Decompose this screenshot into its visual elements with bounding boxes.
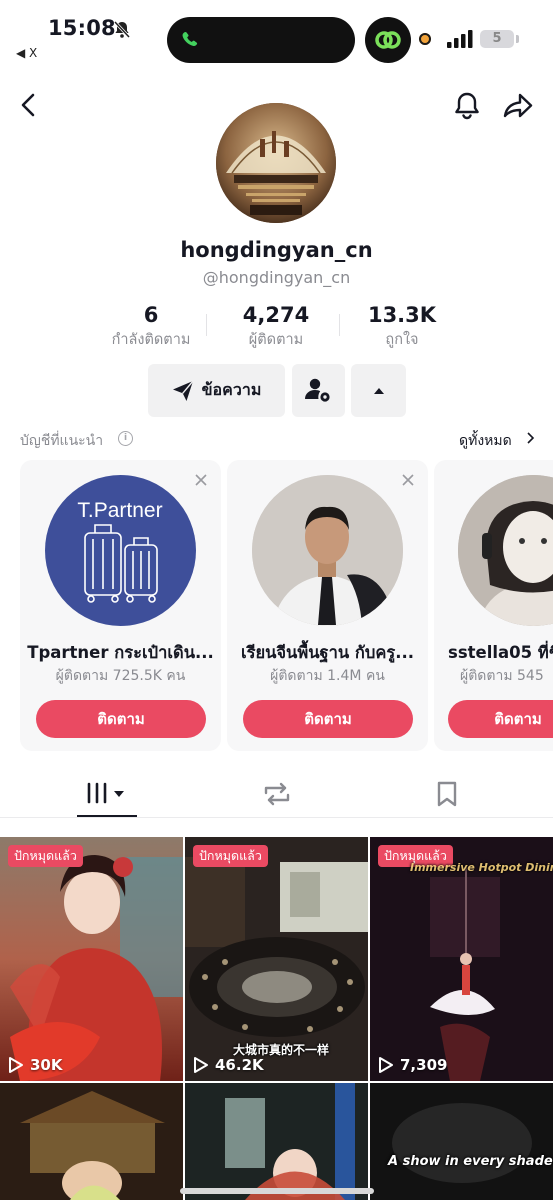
back-to-app-link[interactable]: ◀ X [16, 46, 37, 60]
teacher-photo [252, 475, 403, 626]
stat-following-value: 6 [143, 303, 159, 327]
dynamic-island[interactable] [167, 17, 355, 63]
person-gear-icon [305, 378, 330, 402]
suggested-card[interactable]: เรียนจีนพื้นฐาน กับครู... ผู้ติดตาม 1.4M… [227, 460, 428, 751]
video-image [0, 837, 183, 1081]
home-indicator[interactable] [180, 1188, 374, 1194]
suggested-avatar[interactable] [458, 475, 553, 626]
suggested-followers: ผู้ติดตาม 725.5K คน [55, 668, 186, 684]
saved-tab-icon[interactable] [436, 781, 458, 807]
sstella-photo [458, 475, 553, 626]
stat-followers-label: ผู้ติดตาม [248, 332, 304, 348]
phone-call-icon [182, 32, 198, 47]
pinned-badge: ปักหมุดแล้ว [8, 845, 83, 867]
message-button[interactable]: ข้อความ [148, 364, 285, 417]
follow-button[interactable]: ติดตาม [36, 700, 206, 738]
send-icon [172, 380, 194, 401]
tpartner-logo-image: T.Partner [77, 499, 163, 603]
status-time: 15:08 [48, 16, 116, 40]
follow-button[interactable]: ติดตาม [448, 700, 553, 738]
suggested-followers: ผู้ติดตาม 1.4M คน [270, 668, 385, 684]
stat-likes[interactable]: 13.3K ถูกใจ [332, 303, 472, 351]
video-thumbnail[interactable]: ปักหมุดแล้ว 30K [0, 837, 183, 1081]
avatar-image [216, 103, 336, 223]
suggested-followers: ผู้ติดตาม 545 [460, 668, 544, 684]
battery-indicator: 5 [480, 30, 514, 48]
suggested-avatar[interactable]: T.Partner [45, 475, 196, 626]
more-options-button[interactable] [351, 364, 406, 417]
suggested-name: เรียนจีนพื้นฐาน กับครู... [240, 643, 415, 662]
stat-followers-value: 4,274 [242, 303, 310, 327]
privacy-indicator-dot [419, 33, 431, 45]
video-caption: Immersive Hotpot Dining Show [410, 861, 553, 874]
view-count-value: 7,309 [400, 1056, 448, 1074]
view-count: 7,309 [378, 1056, 447, 1074]
chevron-right-icon[interactable] [525, 432, 535, 444]
video-image [185, 1083, 368, 1200]
add-friend-settings-button[interactable] [292, 364, 345, 417]
suggested-accounts-title: บัญชีที่แนะนำ [20, 433, 104, 449]
stat-likes-label: ถูกใจ [385, 332, 419, 348]
share-arrow-icon[interactable] [502, 92, 534, 120]
profile-username: hongdingyan_cn [180, 238, 373, 262]
stat-following[interactable]: 6 กำลังติดตาม [81, 303, 221, 351]
video-thumbnail[interactable] [0, 1083, 183, 1200]
suggested-name: sstella05 ที่ชี [448, 643, 553, 662]
message-button-label: ข้อความ [201, 380, 262, 399]
link-rings-icon [375, 31, 401, 49]
see-all-link[interactable]: ดูทั้งหมด [459, 430, 512, 452]
videos-grid-tab-icon[interactable] [84, 781, 128, 807]
view-count: 46.2K [193, 1056, 264, 1074]
suggested-name: Tpartner กระเป๋าเดิน... [27, 643, 214, 662]
suggested-card[interactable]: sstella05 ที่ชี ผู้ติดตาม 545 ติดตาม [434, 460, 553, 751]
profile-handle: @hongdingyan_cn [202, 268, 351, 287]
video-thumbnail[interactable]: ปักหมุดแล้ว 大城市真的不一样 46.2K [185, 837, 368, 1081]
tabs-divider [0, 817, 553, 818]
suggested-avatar[interactable] [252, 475, 403, 626]
stat-followers[interactable]: 4,274 ผู้ติดตาม [206, 303, 346, 351]
logo-text: T.Partner [77, 499, 162, 522]
stat-likes-value: 13.3K [367, 303, 437, 327]
view-count: 30K [8, 1056, 63, 1074]
info-icon[interactable]: i [118, 431, 133, 446]
video-caption: A show in every shade [388, 1154, 553, 1169]
video-image [370, 1083, 553, 1200]
view-count-value: 30K [30, 1056, 63, 1074]
suggested-card[interactable]: T.Partner Tpartner กระเป๋าเดิน... ผู้ติด… [20, 460, 221, 751]
notification-bell-icon[interactable] [452, 90, 482, 122]
cellular-signal-icon [447, 30, 473, 48]
dismiss-icon[interactable] [195, 474, 207, 486]
caret-up-icon [374, 388, 384, 394]
bell-off-icon [113, 20, 131, 39]
stat-following-label: กำลังติดตาม [111, 332, 191, 348]
back-arrow-icon[interactable] [14, 90, 44, 120]
activity-indicator [365, 17, 411, 63]
profile-avatar[interactable] [216, 103, 336, 223]
follow-button[interactable]: ติดตาม [243, 700, 413, 738]
view-count-value: 46.2K [215, 1056, 264, 1074]
play-icon [9, 1057, 23, 1073]
dismiss-icon[interactable] [402, 474, 414, 486]
video-thumbnail[interactable]: ปักหมุดแล้ว Immersive Hotpot Dining Show… [370, 837, 553, 1081]
play-icon [379, 1057, 393, 1073]
repost-tab-icon[interactable] [262, 781, 292, 807]
battery-tip [516, 35, 519, 43]
play-icon [194, 1057, 208, 1073]
video-thumbnail[interactable]: A show in every shade [370, 1083, 553, 1200]
pinned-badge: ปักหมุดแล้ว [193, 845, 268, 867]
video-image [0, 1083, 183, 1200]
video-thumbnail[interactable] [185, 1083, 368, 1200]
active-tab-indicator [77, 815, 137, 817]
